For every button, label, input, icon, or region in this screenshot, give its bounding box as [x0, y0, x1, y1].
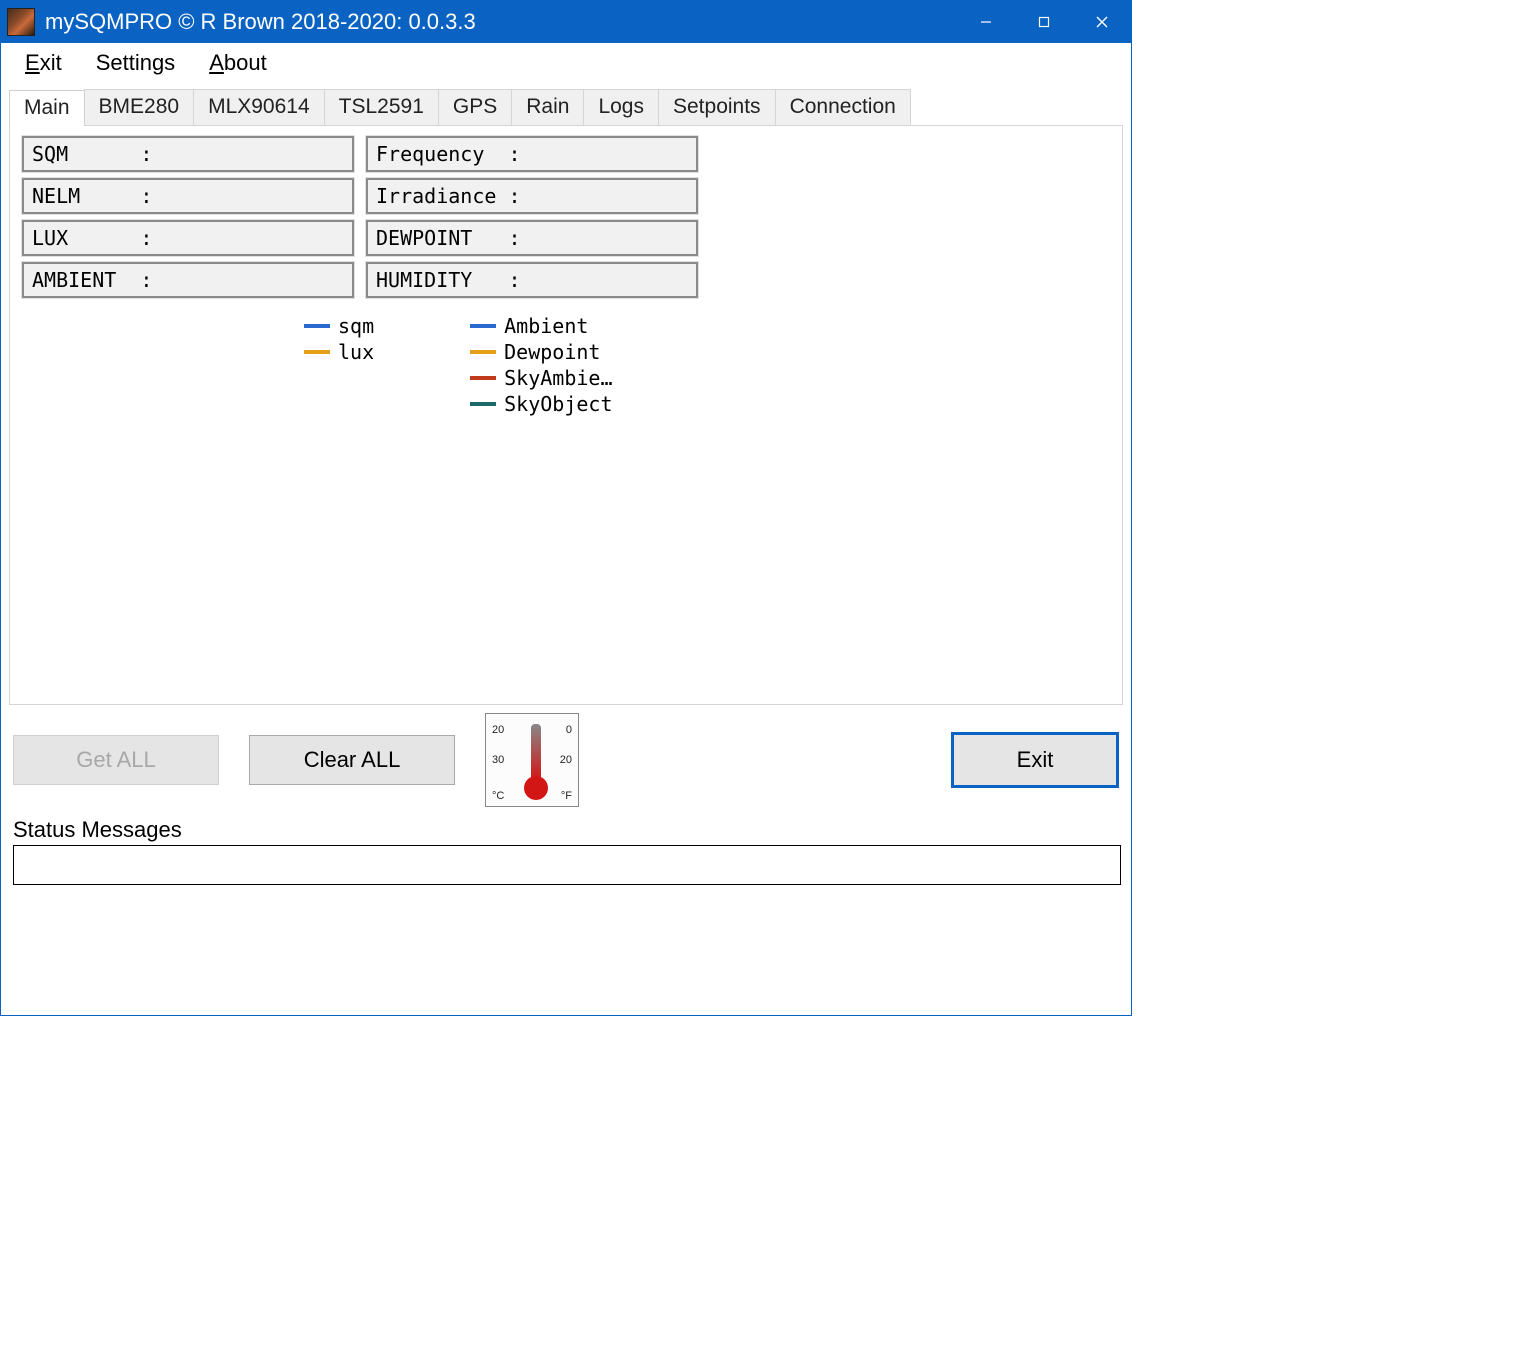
legend-label: Ambient [504, 314, 588, 338]
legend-label: SkyObject [504, 392, 612, 416]
chart-legend: sqm lux Ambient Dewpoint [304, 314, 1110, 416]
readout-irradiance: Irradiance : [366, 178, 698, 214]
status-messages-box [13, 845, 1121, 885]
legend-label: SkyAmbie… [504, 366, 612, 390]
window-controls [957, 1, 1131, 43]
tab-mlx90614[interactable]: MLX90614 [193, 89, 325, 125]
thermo-tick: °C [492, 790, 504, 802]
legend-item: Dewpoint [470, 340, 612, 364]
status-messages-label: Status Messages [13, 817, 1119, 843]
titlebar: mySQMPRO © R Brown 2018-2020: 0.0.3.3 [1, 1, 1131, 43]
legend-item: lux [304, 340, 374, 364]
close-button[interactable] [1073, 1, 1131, 43]
bottom-area: Get ALL Clear ALL 20 0 30 20 °C °F Exit … [9, 713, 1123, 885]
readout-ambient: AMBIENT : [22, 262, 354, 298]
menu-settings[interactable]: Settings [96, 50, 176, 76]
menu-about[interactable]: About [209, 50, 267, 76]
minimize-button[interactable] [957, 1, 1015, 43]
thermometer-stem-icon [531, 724, 541, 780]
legend-swatch [470, 350, 496, 354]
thermo-tick: 20 [560, 754, 572, 766]
tab-rain[interactable]: Rain [511, 89, 584, 125]
readout-humidity: HUMIDITY : [366, 262, 698, 298]
thermometer-icon: 20 0 30 20 °C °F [485, 713, 579, 807]
tab-setpoints[interactable]: Setpoints [658, 89, 776, 125]
tab-gps[interactable]: GPS [438, 89, 512, 125]
legend-swatch [470, 324, 496, 328]
legend-swatch [304, 324, 330, 328]
maximize-button[interactable] [1015, 1, 1073, 43]
app-icon [7, 8, 35, 36]
readout-dewpoint: DEWPOINT : [366, 220, 698, 256]
client-area: Main BME280 MLX90614 TSL2591 GPS Rain Lo… [1, 83, 1131, 1015]
get-all-button[interactable]: Get ALL [13, 735, 219, 785]
thermo-tick: 0 [566, 724, 572, 736]
thermo-tick: 20 [492, 724, 504, 736]
tab-main[interactable]: Main [9, 90, 85, 126]
tab-logs[interactable]: Logs [583, 89, 659, 125]
readouts-grid: SQM : NELM : LUX : AMBIENT : Frequency :… [22, 136, 1110, 298]
readout-lux: LUX : [22, 220, 354, 256]
legend-label: lux [338, 340, 374, 364]
legend-label: Dewpoint [504, 340, 600, 364]
legend-swatch [470, 402, 496, 406]
button-row: Get ALL Clear ALL 20 0 30 20 °C °F Exit [13, 713, 1119, 807]
readout-frequency: Frequency : [366, 136, 698, 172]
clear-all-button[interactable]: Clear ALL [249, 735, 455, 785]
thermo-tick: °F [561, 790, 572, 802]
menubar: Exit Settings About [1, 43, 1131, 83]
readouts-left: SQM : NELM : LUX : AMBIENT : [22, 136, 354, 298]
tab-bme280[interactable]: BME280 [84, 89, 195, 125]
legend-item: sqm [304, 314, 374, 338]
window-title: mySQMPRO © R Brown 2018-2020: 0.0.3.3 [45, 9, 476, 35]
readout-nelm: NELM : [22, 178, 354, 214]
legend-right: Ambient Dewpoint SkyAmbie… SkyObject [470, 314, 612, 416]
tab-connection[interactable]: Connection [775, 89, 911, 125]
legend-left: sqm lux [304, 314, 374, 416]
legend-swatch [470, 376, 496, 380]
legend-item: SkyAmbie… [470, 366, 612, 390]
thermo-tick: 30 [492, 754, 504, 766]
readouts-right: Frequency : Irradiance : DEWPOINT : HUMI… [366, 136, 698, 298]
legend-swatch [304, 350, 330, 354]
thermometer-bulb-icon [524, 776, 548, 800]
legend-item: Ambient [470, 314, 612, 338]
tabpanel-main: SQM : NELM : LUX : AMBIENT : Frequency :… [9, 125, 1123, 705]
app-window: mySQMPRO © R Brown 2018-2020: 0.0.3.3 Ex… [0, 0, 1132, 1016]
legend-item: SkyObject [470, 392, 612, 416]
menu-exit[interactable]: Exit [25, 50, 62, 76]
readout-sqm: SQM : [22, 136, 354, 172]
exit-button[interactable]: Exit [951, 732, 1119, 788]
legend-label: sqm [338, 314, 374, 338]
tabstrip: Main BME280 MLX90614 TSL2591 GPS Rain Lo… [9, 87, 1123, 125]
tab-tsl2591[interactable]: TSL2591 [324, 89, 439, 125]
